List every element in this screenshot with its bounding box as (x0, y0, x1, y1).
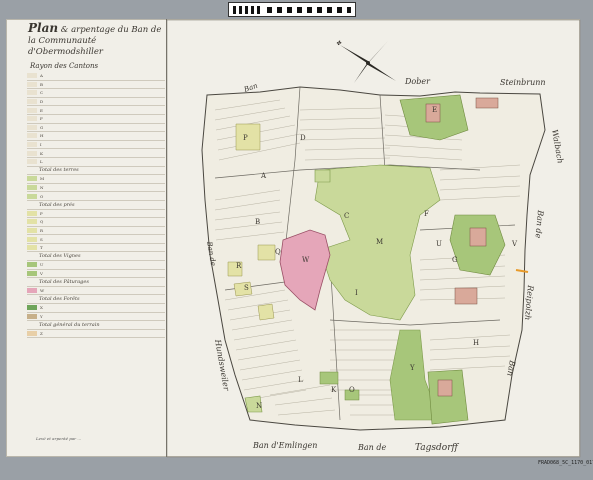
canton-label-v: V (511, 240, 518, 248)
canton-label-n: N (256, 402, 262, 410)
canton-label-r: R (236, 262, 242, 270)
label-ban-south3: Tagsdorff (415, 443, 460, 453)
canton-label-q: Q (275, 248, 281, 256)
canton-label-p: P (243, 134, 248, 142)
canton-label-u: U (436, 240, 442, 248)
catalog-number: FRAD068_5C_1170_017 (538, 460, 593, 466)
label-ban-east1: Walbach (550, 129, 565, 164)
canton-label-f: F (424, 210, 429, 218)
label-ban-north: Dober (404, 77, 431, 86)
label-ban-south1: Ban d'Emlingen (252, 441, 317, 450)
svg-text:✤: ✤ (336, 40, 342, 47)
label-ban-ne: Steinbrunn (500, 78, 546, 87)
canton-label-l: L (298, 376, 303, 384)
canton-label-y: Y (409, 364, 415, 372)
label-ban-east3: Reipolzh (523, 284, 535, 321)
canton-label-c: C (344, 212, 349, 220)
label-ban-south2: Ban de (357, 443, 386, 452)
canton-label-m: M (376, 238, 383, 246)
canton-label-g: G (452, 256, 458, 264)
canton-label-e: E (432, 106, 437, 114)
compass-rose-icon: ✤ (336, 40, 396, 83)
cadastral-map: ✤ Ban Dober Steinbrunn Walbach Ban de Re… (166, 19, 581, 458)
canton-label-k: K (331, 386, 337, 394)
canton-label-s: S (244, 284, 249, 292)
canton-label-b: B (255, 218, 260, 226)
canton-label-w: W (302, 256, 310, 264)
canton-label-d: D (300, 134, 306, 142)
canton-label-h: H (473, 339, 479, 347)
label-ban-east2: Ban de (534, 209, 546, 239)
canton-label-a: A (260, 172, 267, 180)
canton-label-o: O (349, 386, 355, 394)
canton-label-i: I (355, 289, 358, 297)
